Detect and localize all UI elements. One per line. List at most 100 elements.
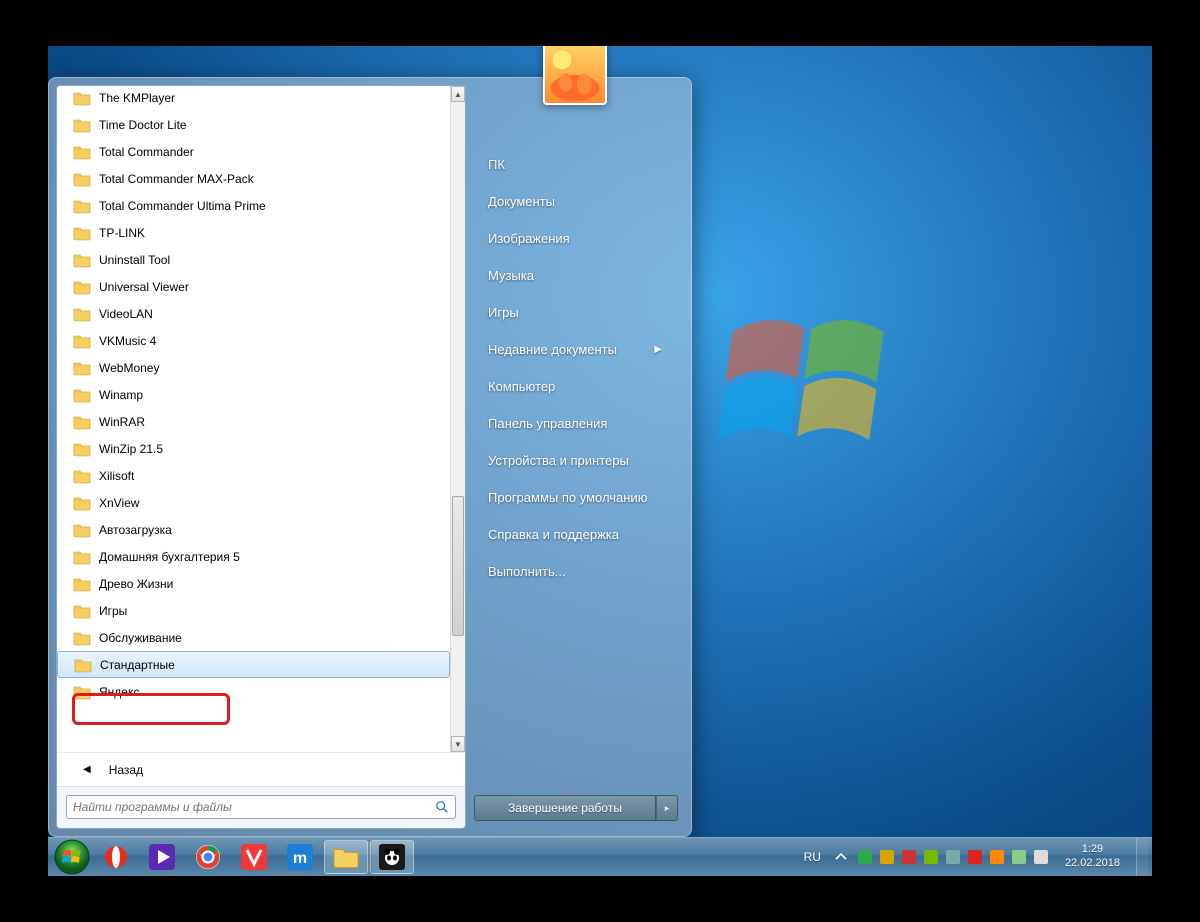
program-label: Яндекс xyxy=(99,685,139,699)
program-label: Total Commander xyxy=(99,145,194,159)
system-tray: RU 1:29 22.02.2018 xyxy=(800,838,1152,876)
user-picture[interactable] xyxy=(543,46,607,105)
search-box[interactable] xyxy=(66,795,456,819)
start-right-item[interactable]: Панель управления xyxy=(472,406,680,441)
program-item[interactable]: Игры xyxy=(57,597,450,624)
taskbar-media-player-button[interactable] xyxy=(140,840,184,874)
taskbar-vivaldi-button[interactable] xyxy=(232,840,276,874)
program-label: Time Doctor Lite xyxy=(99,118,187,132)
back-button[interactable]: ◀ Назад xyxy=(57,752,465,786)
program-item[interactable]: Стандартные xyxy=(57,651,450,678)
start-right-item[interactable]: ПК xyxy=(472,147,680,182)
tray-up-icon[interactable] xyxy=(833,849,849,865)
taskbar-app-panda-button[interactable] xyxy=(370,840,414,874)
start-right-label: Устройства и принтеры xyxy=(488,453,629,468)
start-right-item[interactable]: Компьютер xyxy=(472,369,680,404)
scrollbar[interactable]: ▲ ▼ xyxy=(450,86,465,752)
start-right-item[interactable]: Документы xyxy=(472,184,680,219)
start-right-label: Программы по умолчанию xyxy=(488,490,647,505)
start-right-item[interactable]: Изображения xyxy=(472,221,680,256)
start-button[interactable] xyxy=(52,837,92,876)
program-label: Обслуживание xyxy=(99,631,182,645)
start-right-label: Компьютер xyxy=(488,379,555,394)
program-item[interactable]: WebMoney xyxy=(57,354,450,381)
start-right-label: Игры xyxy=(488,305,519,320)
tray-net1-icon[interactable] xyxy=(945,849,961,865)
start-menu: The KMPlayer Time Doctor Lite Total Comman… xyxy=(48,77,692,837)
program-item[interactable]: TP-LINK xyxy=(57,219,450,246)
program-item[interactable]: VKMusic 4 xyxy=(57,327,450,354)
program-label: Xilisoft xyxy=(99,469,134,483)
start-right-item[interactable]: Недавние документы▶ xyxy=(472,332,680,367)
program-item[interactable]: Xilisoft xyxy=(57,462,450,489)
language-indicator[interactable]: RU xyxy=(800,850,825,864)
start-right-item[interactable]: Игры xyxy=(472,295,680,330)
start-right-label: Панель управления xyxy=(488,416,607,431)
program-label: WinRAR xyxy=(99,415,145,429)
tray-sec-icon[interactable] xyxy=(967,849,983,865)
program-item[interactable]: Time Doctor Lite xyxy=(57,111,450,138)
tray-app1-icon[interactable] xyxy=(879,849,895,865)
windows-logo-icon xyxy=(718,296,898,476)
program-label: Игры xyxy=(99,604,127,618)
clock[interactable]: 1:29 22.02.2018 xyxy=(1057,843,1128,871)
submenu-arrow-icon: ▶ xyxy=(654,344,662,355)
program-item[interactable]: VideoLAN xyxy=(57,300,450,327)
program-item[interactable]: Total Commander xyxy=(57,138,450,165)
program-item[interactable]: Древо Жизни xyxy=(57,570,450,597)
program-label: Домашняя бухгалтерия 5 xyxy=(99,550,240,564)
tray-notify-icon[interactable] xyxy=(989,849,1005,865)
program-list-container: The KMPlayer Time Doctor Lite Total Comman… xyxy=(57,86,465,752)
start-right-label: Справка и поддержка xyxy=(488,527,619,542)
scroll-down-button[interactable]: ▼ xyxy=(451,736,465,752)
taskbar-chrome-button[interactable] xyxy=(186,840,230,874)
tray-app2-icon[interactable] xyxy=(901,849,917,865)
start-right-item[interactable]: Выполнить... xyxy=(472,554,680,589)
start-right-item[interactable]: Справка и поддержка xyxy=(472,517,680,552)
program-label: Автозагрузка xyxy=(99,523,172,537)
tray-vol-icon[interactable] xyxy=(1033,849,1049,865)
program-label: TP-LINK xyxy=(99,226,145,240)
taskbar: m RU 1:29 22.02.2018 xyxy=(48,837,1152,876)
scroll-thumb[interactable] xyxy=(452,496,464,636)
start-right-label: Изображения xyxy=(488,231,570,246)
program-item[interactable]: Домашняя бухгалтерия 5 xyxy=(57,543,450,570)
program-item[interactable]: Обслуживание xyxy=(57,624,450,651)
start-right-item[interactable]: Устройства и принтеры xyxy=(472,443,680,478)
program-item[interactable]: Total Commander Ultima Prime xyxy=(57,192,450,219)
show-desktop-button[interactable] xyxy=(1136,838,1148,876)
desktop[interactable]: The KMPlayer Time Doctor Lite Total Comman… xyxy=(48,46,1152,876)
program-item[interactable]: Total Commander MAX-Pack xyxy=(57,165,450,192)
tray-shield-icon[interactable] xyxy=(857,849,873,865)
back-label: Назад xyxy=(109,763,143,777)
tray-net2-icon[interactable] xyxy=(1011,849,1027,865)
program-item[interactable]: Яндекс xyxy=(57,678,450,705)
program-item[interactable]: Winamp xyxy=(57,381,450,408)
taskbar-explorer-button[interactable] xyxy=(324,840,368,874)
program-item[interactable]: XnView xyxy=(57,489,450,516)
program-item[interactable]: Uninstall Tool xyxy=(57,246,450,273)
program-item[interactable]: WinRAR xyxy=(57,408,450,435)
program-label: WebMoney xyxy=(99,361,159,375)
start-menu-left-pane: The KMPlayer Time Doctor Lite Total Comman… xyxy=(56,85,466,829)
program-label: The KMPlayer xyxy=(99,91,175,105)
start-right-item[interactable]: Музыка xyxy=(472,258,680,293)
shutdown-options-button[interactable]: ▸ xyxy=(656,795,678,821)
scroll-up-button[interactable]: ▲ xyxy=(451,86,465,102)
search-input[interactable] xyxy=(73,800,435,814)
start-right-item[interactable]: Программы по умолчанию xyxy=(472,480,680,515)
shutdown-button[interactable]: Завершение работы xyxy=(474,795,656,821)
program-item[interactable]: WinZip 21.5 xyxy=(57,435,450,462)
start-right-label: Музыка xyxy=(488,268,534,283)
svg-text:m: m xyxy=(293,850,307,867)
taskbar-opera-button[interactable] xyxy=(94,840,138,874)
program-item[interactable]: Автозагрузка xyxy=(57,516,450,543)
shutdown-row: Завершение работы ▸ xyxy=(474,795,678,821)
program-item[interactable]: The KMPlayer xyxy=(57,86,450,111)
taskbar-maxthon-button[interactable]: m xyxy=(278,840,322,874)
tray-nvidia-icon[interactable] xyxy=(923,849,939,865)
program-item[interactable]: Universal Viewer xyxy=(57,273,450,300)
program-label: Древо Жизни xyxy=(99,577,173,591)
search-icon xyxy=(435,800,449,814)
program-label: Universal Viewer xyxy=(99,280,189,294)
